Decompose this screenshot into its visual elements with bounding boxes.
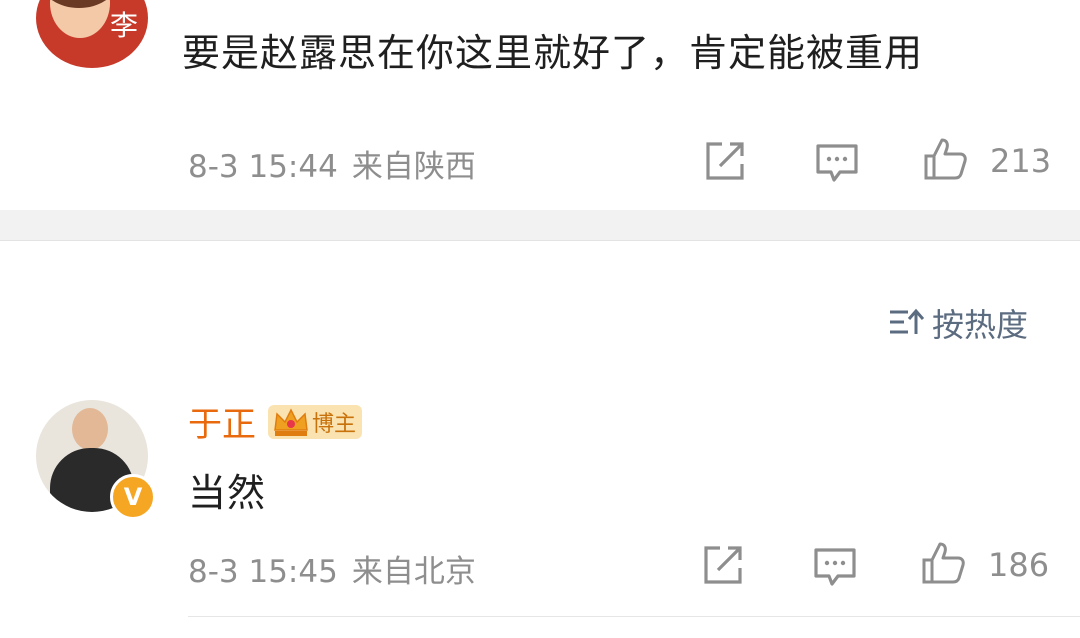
comment-icon[interactable]	[812, 544, 858, 590]
verified-badge: V	[110, 474, 156, 520]
badge-label: 博主	[312, 411, 357, 437]
sort-toggle[interactable]: 按热度	[888, 300, 1028, 346]
comment-text: 要是赵露思在你这里就好了，肯定能被重用	[182, 31, 924, 75]
comment-text: 当然	[188, 471, 267, 515]
share-icon[interactable]	[700, 542, 746, 588]
crown-icon	[274, 407, 308, 436]
comment-meta: 8-3 15:45 来自北京	[188, 546, 476, 591]
author-badge: 博主	[268, 404, 363, 439]
like-icon[interactable]	[920, 540, 966, 586]
avatar[interactable]: 李	[36, 0, 148, 68]
bottom-divider	[188, 616, 1080, 617]
comment-location: 来自北京	[351, 554, 476, 590]
sort-icon	[890, 308, 924, 334]
comment-date: 8-3 15:45	[188, 554, 338, 590]
avatar-head	[72, 408, 108, 450]
comment-date: 8-3 15:44	[188, 149, 338, 185]
comment-header: 于正 博主	[188, 397, 363, 446]
comment-meta: 8-3 15:44 来自陕西	[188, 141, 476, 186]
username[interactable]: 于正	[188, 397, 256, 446]
avatar-text: 李	[110, 9, 139, 42]
share-icon[interactable]	[702, 138, 748, 184]
section-divider	[0, 210, 1080, 241]
sort-label: 按热度	[932, 306, 1029, 344]
comment-location: 来自陕西	[351, 149, 476, 185]
like-icon[interactable]	[922, 136, 968, 182]
comment-icon[interactable]	[814, 140, 860, 186]
like-count: 186	[988, 546, 1050, 584]
verified-mark: V	[123, 483, 143, 511]
like-count: 213	[990, 142, 1052, 180]
